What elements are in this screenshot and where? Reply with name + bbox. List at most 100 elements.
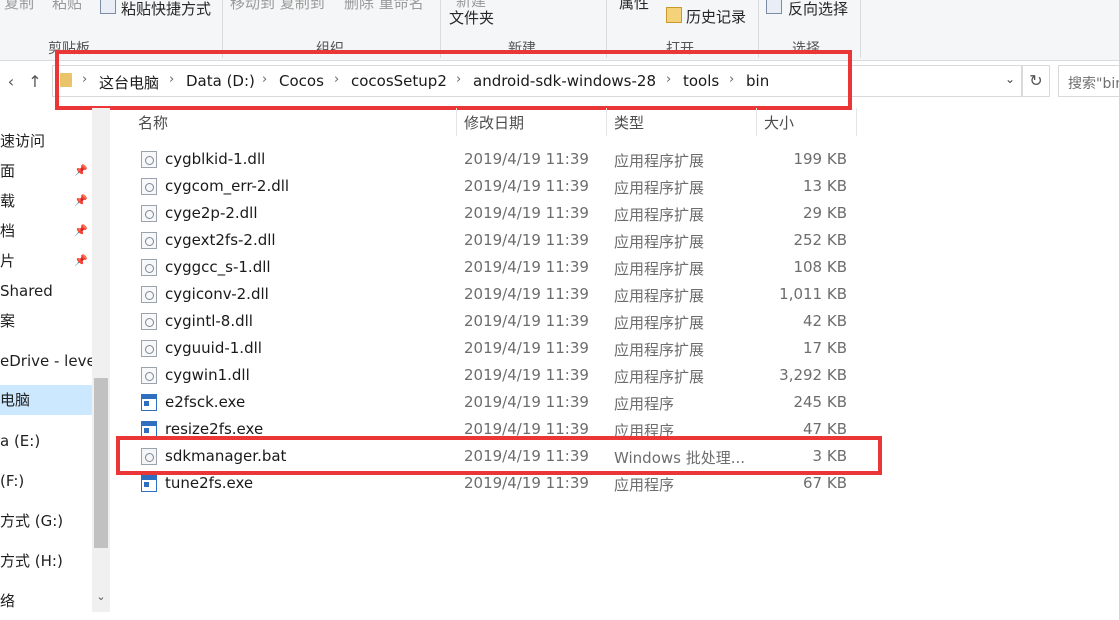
history-button[interactable]: 历史记录 [686, 6, 746, 27]
file-type: 应用程序扩展 [614, 206, 705, 224]
file-date: 2019/4/19 11:39 [464, 447, 589, 465]
nav-item-desktop[interactable]: 面 📌 [0, 156, 92, 186]
group-clipboard-label: 剪贴板 [48, 41, 90, 57]
file-size: 67 KB [803, 474, 847, 492]
file-row[interactable]: cygintl-8.dll 2019/4/19 11:39 应用程序扩展 42 … [130, 308, 870, 335]
file-row[interactable]: cyggcc_s-1.dll 2019/4/19 11:39 应用程序扩展 10… [130, 254, 870, 281]
up-button[interactable]: ↑ [24, 70, 46, 94]
column-header-size[interactable]: 大小 [764, 112, 794, 133]
breadcrumb-separator[interactable]: › [169, 72, 174, 87]
column-header-date[interactable]: 修改日期 [464, 112, 524, 133]
file-name: cyguuid-1.dll [165, 339, 262, 357]
column-divider[interactable] [856, 108, 857, 136]
nav-item-downloads[interactable]: 载 📌 [0, 186, 92, 216]
file-row-sdkmanager[interactable]: sdkmanager.bat 2019/4/19 11:39 Windows 批… [130, 443, 870, 470]
back-button[interactable]: ‹ [0, 70, 22, 94]
breadcrumb-separator[interactable]: › [262, 72, 267, 87]
file-row[interactable]: cygcom_err-2.dll 2019/4/19 11:39 应用程序扩展 … [130, 173, 870, 200]
column-divider[interactable] [456, 108, 457, 136]
group-open-label: 打开 [666, 41, 694, 57]
column-header-type[interactable]: 类型 [614, 112, 644, 133]
nav-item-drive-e[interactable]: a (E:) [0, 426, 92, 456]
nav-item-drive-h[interactable]: 方式 (H:) [0, 546, 92, 576]
file-date: 2019/4/19 11:39 [464, 420, 589, 438]
column-header-name[interactable]: 名称 [138, 112, 168, 133]
file-name: cygcom_err-2.dll [165, 177, 290, 195]
delete-rename-button[interactable]: 删除 重命名 [344, 0, 424, 13]
file-row[interactable]: cygiconv-2.dll 2019/4/19 11:39 应用程序扩展 1,… [130, 281, 870, 308]
dll-file-icon [141, 340, 157, 357]
group-organize-label: 组织 [316, 41, 344, 57]
breadcrumb-tools[interactable]: tools [683, 72, 719, 90]
properties-button[interactable]: 属性 [619, 0, 649, 13]
group-select-label: 选择 [792, 41, 820, 57]
file-date: 2019/4/19 11:39 [464, 339, 589, 357]
file-row[interactable]: e2fsck.exe 2019/4/19 11:39 应用程序 245 KB [130, 389, 870, 416]
file-date: 2019/4/19 11:39 [464, 312, 589, 330]
breadcrumb-separator[interactable]: › [456, 72, 461, 87]
nav-item-shared[interactable]: Shared [0, 276, 92, 306]
dll-file-icon [141, 178, 157, 195]
file-type: 应用程序扩展 [614, 260, 705, 278]
file-row[interactable]: resize2fs.exe 2019/4/19 11:39 应用程序 47 KB [130, 416, 870, 443]
nav-item-drive-g[interactable]: 方式 (G:) [0, 506, 92, 536]
file-row[interactable]: tune2fs.exe 2019/4/19 11:39 应用程序 67 KB [130, 470, 870, 497]
folder-icon [60, 73, 72, 87]
pin-icon: 📌 [74, 254, 88, 267]
invert-selection-button[interactable]: 反向选择 [788, 0, 848, 19]
copy-path-button[interactable]: 复制 [4, 0, 34, 13]
navigation-pane: 速访问 面 📌 载 📌 档 📌 片 📌 Shared 案 eDrive - lever … [0, 108, 92, 612]
file-date: 2019/4/19 11:39 [464, 204, 589, 222]
nav-item-label: 方式 (G:) [0, 512, 64, 530]
history-icon [666, 7, 682, 23]
nav-scrollbar-thumb[interactable] [94, 378, 108, 548]
nav-item-label: 面 [0, 162, 16, 180]
file-row[interactable]: cyguuid-1.dll 2019/4/19 11:39 应用程序扩展 17 … [130, 335, 870, 362]
breadcrumb-this-pc[interactable]: 这台电脑 [99, 72, 159, 93]
nav-item-drive-f[interactable]: (F:) [0, 466, 92, 496]
refresh-button[interactable]: ↻ [1022, 65, 1050, 97]
new-folder-button[interactable]: 文件夹 [449, 7, 494, 28]
file-date: 2019/4/19 11:39 [464, 285, 589, 303]
column-divider[interactable] [606, 108, 607, 136]
file-type: 应用程序 [614, 422, 675, 440]
breadcrumb-separator[interactable]: › [82, 72, 87, 87]
nav-item-archive[interactable]: 案 [0, 306, 92, 336]
scroll-down-arrow-icon[interactable]: ⌄ [94, 590, 108, 608]
pin-icon: 📌 [74, 164, 88, 177]
file-row[interactable]: cygblkid-1.dll 2019/4/19 11:39 应用程序扩展 19… [130, 146, 870, 173]
address-history-chevron-icon[interactable]: ⌄ [1005, 72, 1015, 86]
ribbon-divider [440, 0, 441, 58]
nav-item-pictures[interactable]: 片 📌 [0, 246, 92, 276]
dll-file-icon [141, 205, 157, 222]
breadcrumb-cocos[interactable]: Cocos [279, 72, 324, 90]
move-copy-to-button[interactable]: 移动到 复制到 [230, 0, 325, 13]
file-name: sdkmanager.bat [165, 447, 287, 465]
paste-shortcut-icon [100, 0, 116, 14]
nav-item-onedrive[interactable]: eDrive - lever [0, 346, 92, 376]
nav-item-quick-access[interactable]: 速访问 [0, 126, 92, 156]
nav-item-network[interactable]: 络 [0, 586, 92, 612]
nav-item-this-pc[interactable]: 电脑 [0, 385, 92, 415]
paste-button[interactable]: 粘贴 [52, 0, 82, 13]
file-row[interactable]: cygext2fs-2.dll 2019/4/19 11:39 应用程序扩展 2… [130, 227, 870, 254]
nav-item-label: 电脑 [0, 391, 31, 409]
file-date: 2019/4/19 11:39 [464, 258, 589, 276]
file-type: 应用程序扩展 [614, 287, 705, 305]
file-name: cygblkid-1.dll [165, 150, 266, 168]
file-row[interactable]: cyge2p-2.dll 2019/4/19 11:39 应用程序扩展 29 K… [130, 200, 870, 227]
file-row[interactable]: cygwin1.dll 2019/4/19 11:39 应用程序扩展 3,292… [130, 362, 870, 389]
breadcrumb-separator[interactable]: › [666, 72, 671, 87]
group-new-label: 新建 [508, 41, 536, 57]
breadcrumb-separator[interactable]: › [729, 72, 734, 87]
breadcrumb-android-sdk[interactable]: android-sdk-windows-28 [473, 72, 656, 90]
nav-item-documents[interactable]: 档 📌 [0, 216, 92, 246]
breadcrumb-separator[interactable]: › [334, 72, 339, 87]
breadcrumb-data-drive[interactable]: Data (D:) [186, 72, 255, 90]
ribbon-divider [758, 0, 759, 58]
column-divider[interactable] [756, 108, 757, 136]
breadcrumb-cocossetup2[interactable]: cocosSetup2 [351, 72, 447, 90]
file-name: resize2fs.exe [165, 420, 264, 438]
breadcrumb-bin[interactable]: bin [746, 72, 769, 90]
paste-shortcut-button[interactable]: 粘贴快捷方式 [121, 0, 211, 19]
